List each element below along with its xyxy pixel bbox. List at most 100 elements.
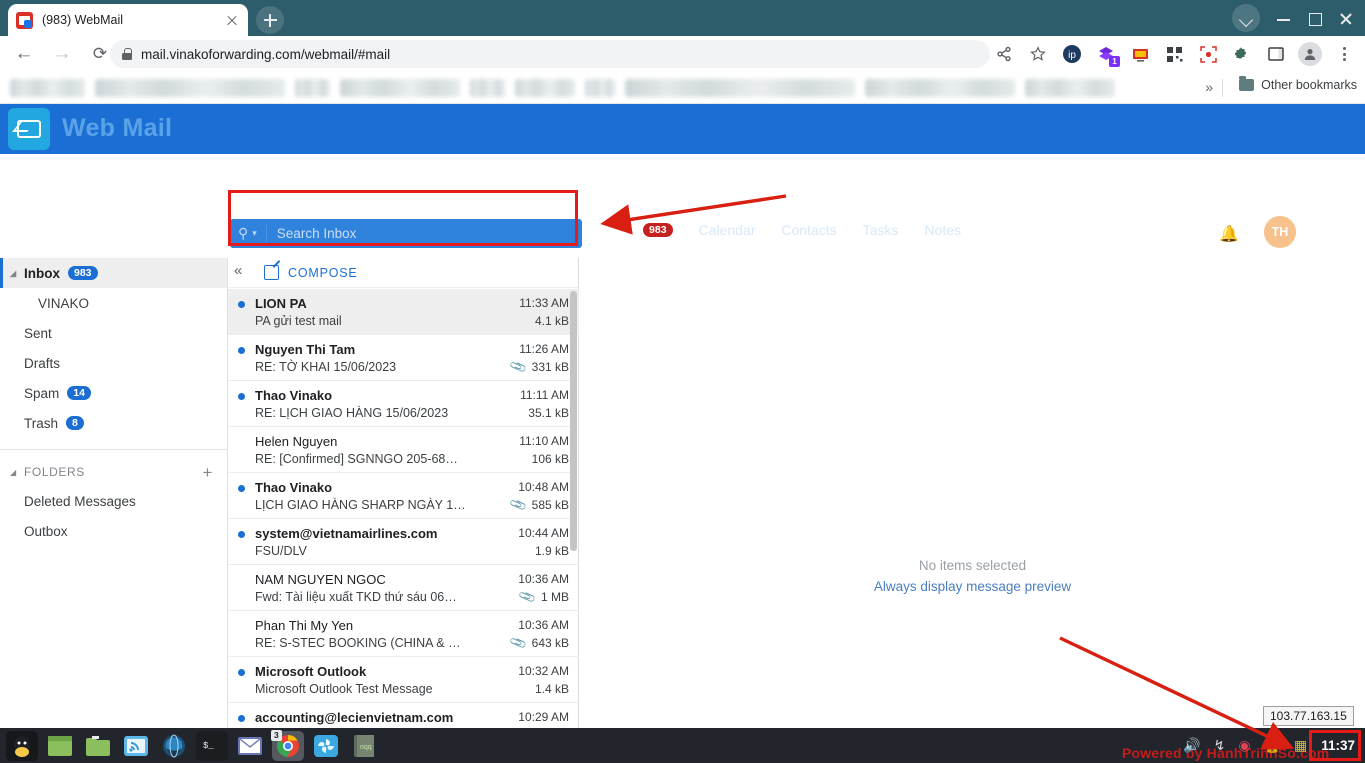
sidebar-section-folders[interactable]: ◢ FOLDERS + — [0, 458, 227, 486]
layers-extension-icon[interactable]: 1 — [1092, 40, 1120, 68]
bookmark-item[interactable] — [10, 78, 85, 97]
search-bar[interactable]: ⚲ ▾ — [230, 219, 582, 248]
list-scrollbar[interactable] — [570, 291, 577, 551]
taskbar-web-browser[interactable] — [158, 731, 190, 761]
message-row[interactable]: Thao Vinako LỊCH GIAO HÀNG SHARP NGÀY 1… 1… — [228, 473, 579, 519]
taskbar-terminal[interactable]: $_ — [196, 730, 228, 761]
user-avatar[interactable]: TH — [1264, 216, 1296, 248]
taskbar-mail-client[interactable] — [234, 731, 266, 761]
collapse-sidebar-icon[interactable]: « — [234, 262, 242, 279]
message-row-body: Nguyen Thi Tam RE: TỜ KHAI 15/06/2023 — [255, 341, 485, 380]
volume-icon[interactable]: 🔊 — [1183, 737, 1200, 754]
taskbar-notepad[interactable]: nqq — [348, 731, 380, 761]
network-icon[interactable]: ▦ — [1294, 737, 1307, 754]
sidebar-item-deleted-messages[interactable]: Deleted Messages — [0, 486, 227, 516]
message-row-meta: 10:48 AM 📎 585 kB — [485, 479, 569, 518]
nav-tasks[interactable]: Tasks — [863, 222, 899, 238]
message-row[interactable]: LION PA PA gửi test mail 11:33 AM 📎4.1 kB — [228, 289, 579, 335]
screen-recorder-icon[interactable] — [1126, 40, 1154, 68]
taskbar-window-manager[interactable] — [44, 731, 76, 761]
message-row[interactable]: Nguyen Thi Tam RE: TỜ KHAI 15/06/2023 11:2… — [228, 335, 579, 381]
qr-code-icon[interactable] — [1160, 40, 1188, 68]
search-input[interactable] — [276, 226, 557, 241]
sidebar-item-sent[interactable]: Sent — [0, 318, 227, 348]
address-bar[interactable]: mail.vinakoforwarding.com /webmail/#mail — [110, 40, 990, 68]
compose-button[interactable]: COMPOSE — [288, 266, 358, 280]
new-tab-button[interactable] — [256, 6, 284, 34]
bookmark-item[interactable] — [625, 78, 855, 97]
other-bookmarks-button[interactable]: Other bookmarks — [1239, 76, 1357, 92]
sidebar-item-drafts[interactable]: Drafts — [0, 348, 227, 378]
bookmark-item[interactable] — [95, 78, 285, 97]
nav-email[interactable]: Email 983 — [600, 222, 673, 238]
reading-pane: No items selected Always display message… — [580, 258, 1365, 763]
user-name-label[interactable]: thao — [1306, 224, 1332, 239]
message-row[interactable]: Microsoft Outlook Microsoft Outlook Test … — [228, 657, 579, 703]
bookmark-star-icon[interactable] — [1024, 40, 1052, 68]
chevron-down-icon[interactable] — [1232, 4, 1260, 32]
sidebar-divider — [0, 449, 227, 450]
always-display-preview-link[interactable]: Always display message preview — [580, 579, 1365, 594]
network-activity-icon[interactable]: ↯ — [1214, 737, 1226, 754]
nav-contacts[interactable]: Contacts — [781, 222, 836, 238]
lock-icon[interactable]: 🔒 — [1264, 737, 1281, 754]
message-row[interactable]: Helen Nguyen RE: [Confirmed] SGNNGO 205-6… — [228, 427, 579, 473]
bookmark-item[interactable] — [585, 78, 615, 97]
expand-caret-icon[interactable]: ◢ — [10, 269, 16, 278]
message-row[interactable]: system@vietnamairlines.com FSU/DLV 10:44 A… — [228, 519, 579, 565]
nav-tasks-label: Tasks — [862, 222, 899, 238]
bookmark-item[interactable] — [470, 78, 505, 97]
bookmark-item[interactable] — [515, 78, 575, 97]
window-close-button[interactable] — [1336, 8, 1356, 28]
profile-avatar-icon[interactable] — [1296, 40, 1324, 68]
updates-icon[interactable]: ◉ — [1238, 737, 1250, 754]
collapse-caret-icon[interactable]: ◢ — [10, 468, 17, 477]
message-sender: LION PA — [255, 296, 307, 311]
message-time: 11:26 AM — [519, 342, 569, 356]
browser-tab[interactable]: (983) WebMail — [8, 4, 248, 36]
bookmark-item[interactable] — [340, 78, 460, 97]
minimize-button[interactable] — [1274, 8, 1294, 28]
notifications-bell-icon[interactable]: 🔔 — [1219, 224, 1239, 244]
taskbar-photo-app[interactable] — [310, 731, 342, 761]
bookmark-item[interactable] — [865, 78, 1015, 97]
maximize-button[interactable] — [1305, 8, 1325, 28]
user-menu-caret-icon[interactable]: ▾ — [1340, 226, 1345, 237]
nav-calendar[interactable]: Calendar — [699, 222, 756, 238]
forward-button[interactable]: → — [48, 40, 76, 68]
message-row[interactable]: Phan Thi My Yen RE: S-STEC BOOKING (CHINA… — [228, 611, 579, 657]
taskbar-feed-reader[interactable] — [120, 731, 152, 761]
sidepanel-icon[interactable] — [1262, 40, 1290, 68]
share-icon[interactable] — [990, 40, 1018, 68]
sidebar-item-inbox[interactable]: ◢ Inbox 983 — [0, 258, 227, 288]
sidebar-item-outbox[interactable]: Outbox — [0, 516, 227, 546]
back-button[interactable]: ← — [10, 40, 38, 68]
bookmark-item[interactable] — [1025, 78, 1115, 97]
message-row[interactable]: NAM NGUYEN NGOC Fwd: Tài liệu xuất TKD th… — [228, 565, 579, 611]
extension-badge: 1 — [1109, 56, 1120, 67]
puzzle-extensions-icon[interactable] — [1228, 40, 1256, 68]
chrome-menu-button[interactable] — [1330, 40, 1358, 68]
ip-extension-icon[interactable]: ip — [1058, 40, 1086, 68]
sidebar-item-label: Sent — [24, 325, 52, 341]
add-folder-button[interactable]: + — [202, 464, 213, 481]
taskbar-clock[interactable]: 11:37 — [1321, 738, 1359, 753]
search-options-caret-icon[interactable]: ▾ — [252, 228, 257, 239]
bookmark-item[interactable] — [295, 78, 330, 97]
bookmarks-overflow-icon[interactable]: » — [1205, 79, 1213, 95]
nav-notes[interactable]: Notes — [924, 222, 961, 238]
taskbar-chrome[interactable]: 3 — [271, 729, 304, 761]
message-time: 10:36 AM — [518, 572, 569, 586]
unread-dot-icon — [238, 669, 245, 676]
taskbar-start-menu[interactable] — [6, 730, 38, 761]
message-row[interactable]: Thao Vinako RE: LỊCH GIAO HÀNG 15/06/2023… — [228, 381, 579, 427]
sidebar-item-vinako[interactable]: VINAKO — [0, 288, 227, 318]
folder-icon — [1239, 76, 1255, 91]
sidebar-item-spam[interactable]: Spam 14 — [0, 378, 227, 408]
close-icon[interactable] — [224, 12, 240, 28]
sidebar-item-label: Trash — [24, 415, 59, 431]
taskbar: $_ 3 nqq Powered by HanhTrinhSo.com 🔊 ↯ … — [0, 728, 1365, 763]
taskbar-file-manager[interactable] — [82, 731, 114, 761]
screenshot-capture-icon[interactable] — [1194, 40, 1222, 68]
sidebar-item-trash[interactable]: Trash 8 — [0, 408, 227, 438]
